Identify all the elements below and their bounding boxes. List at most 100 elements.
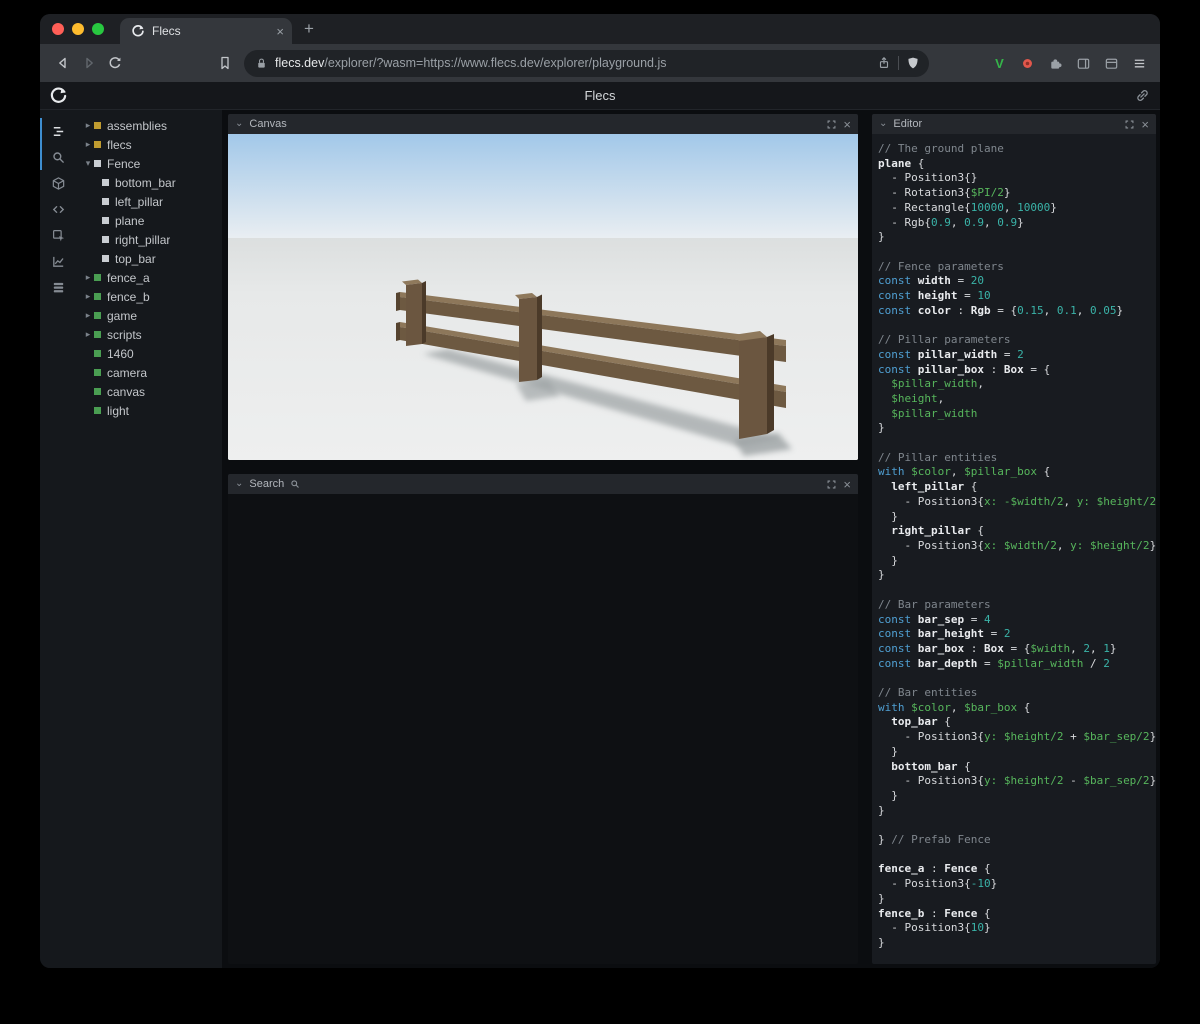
code-line: } <box>878 421 885 435</box>
chevron-right-icon[interactable]: ▸ <box>82 139 94 150</box>
queries-icon[interactable] <box>40 274 76 300</box>
chevron-right-icon[interactable]: ▸ <box>82 120 94 131</box>
tree-item-left_pillar[interactable]: left_pillar <box>76 192 222 211</box>
entity-kind-square <box>94 141 101 148</box>
tree-item-flecs[interactable]: ▸ flecs <box>76 135 222 154</box>
chevron-right-icon[interactable]: ▸ <box>82 329 94 340</box>
forward-button[interactable] <box>76 50 102 76</box>
code-line: // The ground plane <box>878 142 1004 155</box>
tree-item-bottom_bar[interactable]: bottom_bar <box>76 173 222 192</box>
entity-kind-square <box>94 407 101 414</box>
code-line: } <box>878 568 885 582</box>
menu-icon[interactable] <box>1127 51 1152 76</box>
browser-tab[interactable]: Flecs × <box>120 18 292 44</box>
close-window-button[interactable] <box>52 23 64 35</box>
code-editor-icon[interactable] <box>40 196 76 222</box>
tree-item-plane[interactable]: plane <box>76 211 222 230</box>
code-line: // Bar parameters <box>878 597 991 611</box>
code-line: - Position3{-10} <box>878 877 998 891</box>
side-panel-icon[interactable] <box>1071 51 1096 76</box>
expand-panel-icon[interactable] <box>826 479 837 490</box>
bookmark-icon[interactable] <box>212 50 238 76</box>
code-line: // Pillar entities <box>878 450 998 464</box>
code-line: - Position3{y: $height/2 + $bar_sep/2} <box>878 730 1156 744</box>
code-line: const color : Rgb = {0.15, 0.1, 0.05} <box>878 303 1124 317</box>
tree-item-fence_a[interactable]: ▸ fence_a <box>76 268 222 287</box>
chevron-right-icon[interactable]: ▸ <box>82 310 94 321</box>
tree-item-canvas[interactable]: canvas <box>76 382 222 401</box>
editor-panel-title: Editor <box>893 118 923 130</box>
vimium-extension-icon[interactable]: V <box>987 51 1012 76</box>
extensions-puzzle-icon[interactable] <box>1043 51 1068 76</box>
inspector-icon[interactable] <box>40 222 76 248</box>
desktop-background: Flecs × + flecs.dev/explorer/?wasm=https… <box>0 0 1200 1024</box>
script-code: // The ground plane plane { - Position3{}… <box>878 142 1156 951</box>
tree-item-label: right_pillar <box>115 232 171 247</box>
panel-chevron-icon[interactable]: ⌄ <box>235 119 243 129</box>
search-panel-header: ⌄ Search × <box>228 474 858 494</box>
code-line: bottom_bar { <box>891 759 971 773</box>
entity-kind-square <box>94 388 101 395</box>
canvas-panel: ⌄ Canvas × <box>228 114 858 460</box>
search-results-area[interactable] <box>228 494 858 964</box>
panel-chevron-icon[interactable]: ⌄ <box>879 119 887 129</box>
entity-kind-square <box>102 236 109 243</box>
code-line: } <box>878 803 885 817</box>
entity-tree-icon[interactable] <box>40 118 76 144</box>
tree-item-game[interactable]: ▸ game <box>76 306 222 325</box>
canvas-cube-icon[interactable] <box>40 170 76 196</box>
zoom-window-button[interactable] <box>92 23 104 35</box>
wallet-icon[interactable] <box>1099 51 1124 76</box>
tree-item-Fence[interactable]: ▾ Fence <box>76 154 222 173</box>
entity-kind-square <box>102 198 109 205</box>
share-icon[interactable] <box>877 56 891 70</box>
share-link-icon[interactable] <box>1135 88 1150 103</box>
code-line: left_pillar { <box>891 480 978 494</box>
tree-item-scripts[interactable]: ▸ scripts <box>76 325 222 344</box>
tree-item-label: top_bar <box>115 251 156 266</box>
editor-panel-header: ⌄ Editor × <box>872 114 1156 134</box>
close-panel-icon[interactable]: × <box>843 118 851 131</box>
entity-kind-square <box>94 331 101 338</box>
chevron-down-icon[interactable]: ▾ <box>82 158 94 169</box>
close-panel-icon[interactable]: × <box>1141 118 1149 131</box>
brave-shield-icon[interactable] <box>906 56 920 70</box>
tab-title: Flecs <box>152 24 181 38</box>
tree-item-fence_b[interactable]: ▸ fence_b <box>76 287 222 306</box>
expand-panel-icon[interactable] <box>826 119 837 130</box>
entity-kind-square <box>94 160 101 167</box>
minimize-window-button[interactable] <box>72 23 84 35</box>
address-bar[interactable]: flecs.dev/explorer/?wasm=https://www.fle… <box>244 49 929 77</box>
statistics-icon[interactable] <box>40 248 76 274</box>
search-icon[interactable] <box>40 144 76 170</box>
tree-item-label: Fence <box>107 156 141 171</box>
code-line: } <box>878 891 885 905</box>
tree-item-1460[interactable]: 1460 <box>76 344 222 363</box>
code-line: } <box>878 935 885 949</box>
expand-panel-icon[interactable] <box>1124 119 1135 130</box>
tree-item-right_pillar[interactable]: right_pillar <box>76 230 222 249</box>
chevron-right-icon[interactable]: ▸ <box>82 272 94 283</box>
tree-item-assemblies[interactable]: ▸ assemblies <box>76 116 222 135</box>
close-panel-icon[interactable]: × <box>843 478 851 491</box>
tree-item-light[interactable]: light <box>76 401 222 420</box>
entity-kind-square <box>94 122 101 129</box>
tree-item-top_bar[interactable]: top_bar <box>76 249 222 268</box>
chevron-right-icon[interactable]: ▸ <box>82 291 94 302</box>
browser-toolbar: flecs.dev/explorer/?wasm=https://www.fle… <box>40 44 1160 82</box>
tab-close-icon[interactable]: × <box>276 25 284 38</box>
code-line: const pillar_width = 2 <box>878 347 1024 361</box>
omnibox-divider <box>898 56 899 70</box>
reload-button[interactable] <box>102 50 128 76</box>
tab-strip: Flecs × + <box>40 14 1160 44</box>
code-line: // Fence parameters <box>878 259 1004 273</box>
recorder-extension-icon[interactable] <box>1015 51 1040 76</box>
back-button[interactable] <box>50 50 76 76</box>
new-tab-button[interactable]: + <box>304 19 314 39</box>
tree-item-camera[interactable]: camera <box>76 363 222 382</box>
script-editor[interactable]: // The ground plane plane { - Position3{}… <box>872 134 1156 964</box>
tree-item-label: fence_a <box>107 270 150 285</box>
canvas-3d-viewport[interactable] <box>228 134 858 460</box>
panel-chevron-icon[interactable]: ⌄ <box>235 479 243 489</box>
